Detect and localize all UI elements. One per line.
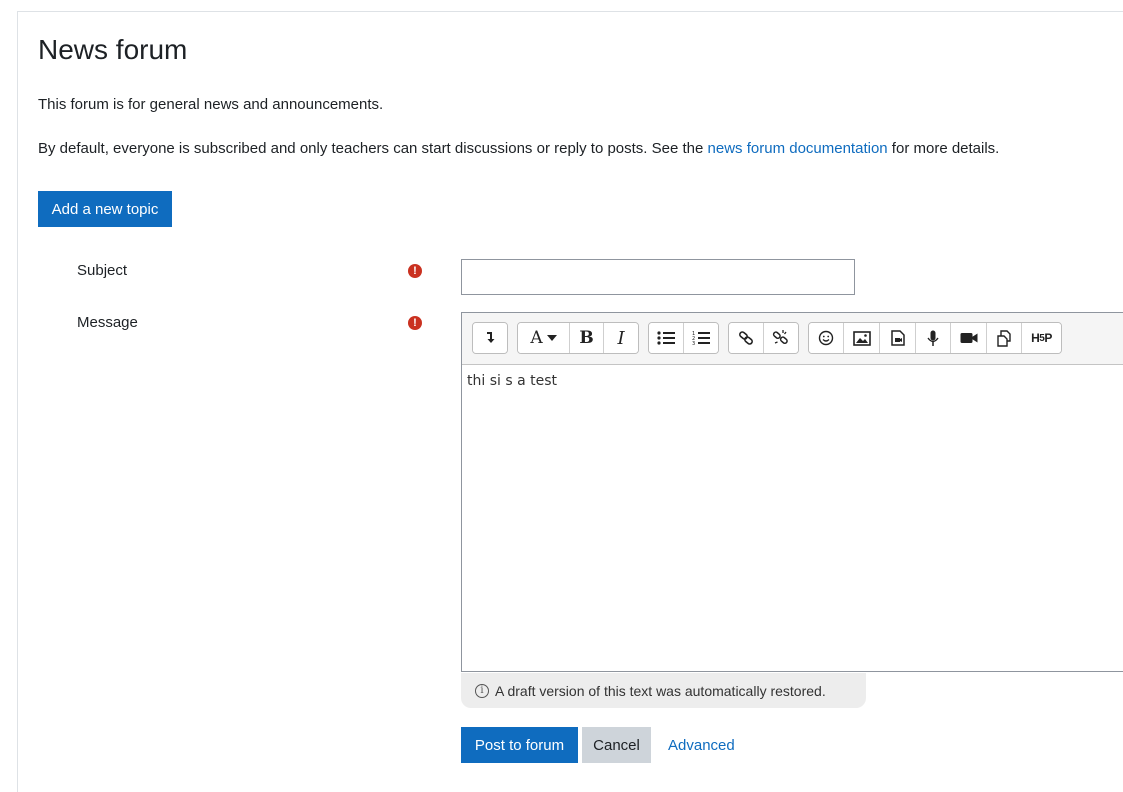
add-new-topic-button[interactable]: Add a new topic	[38, 191, 172, 227]
media-icon[interactable]	[880, 323, 916, 353]
toolbar-group-insert: H5P	[808, 322, 1062, 354]
record-audio-icon[interactable]	[916, 323, 951, 353]
message-label: Message	[77, 314, 138, 331]
unlink-icon[interactable]	[763, 323, 798, 353]
draft-restored-notice: i A draft version of this text was autom…	[461, 673, 866, 708]
bold-icon[interactable]: B	[570, 323, 604, 353]
message-editor[interactable]: A B I 123 H 5 P thi si s a test	[461, 312, 1123, 672]
news-forum-documentation-link[interactable]: news forum documentation	[708, 140, 888, 157]
subject-label: Subject	[77, 262, 128, 279]
post-to-forum-button[interactable]: Post to forum	[461, 727, 578, 763]
record-video-icon[interactable]	[951, 323, 987, 353]
forum-intro: This forum is for general news and annou…	[38, 96, 384, 113]
description-text-before: By default, everyone is subscribed and o…	[38, 140, 708, 157]
message-content[interactable]: thi si s a test	[467, 373, 557, 389]
unordered-list-icon[interactable]	[649, 323, 684, 353]
editor-toolbar: A B I 123 H 5 P	[462, 313, 1123, 365]
subject-input[interactable]	[461, 259, 855, 295]
italic-icon[interactable]: I	[604, 323, 638, 353]
info-icon: i	[475, 683, 489, 698]
emoji-icon[interactable]	[809, 323, 844, 353]
ordered-list-icon[interactable]: 123	[683, 323, 718, 353]
toolbar-group-style: A B I	[517, 322, 639, 354]
forum-description: By default, everyone is subscribed and o…	[38, 140, 999, 157]
toolbar-group-lists: 123	[648, 322, 719, 354]
manage-files-icon[interactable]	[987, 323, 1022, 353]
cancel-button[interactable]: Cancel	[582, 727, 651, 763]
h5p-icon[interactable]: H5P	[1022, 323, 1061, 353]
required-icon: !	[408, 316, 422, 330]
required-icon: !	[408, 264, 422, 278]
page-title: News forum	[38, 34, 188, 65]
advanced-link[interactable]: Advanced	[668, 737, 735, 754]
draft-notice-text: A draft version of this text was automat…	[495, 682, 826, 699]
svg-text:3: 3	[692, 341, 695, 346]
collapse-icon[interactable]	[473, 323, 507, 353]
image-icon[interactable]	[844, 323, 880, 353]
paragraph-styles-icon[interactable]: A	[518, 323, 570, 353]
description-text-after: for more details.	[887, 140, 1000, 157]
link-icon[interactable]	[729, 323, 764, 353]
toolbar-group-links	[728, 322, 799, 354]
toolbar-group-collapse	[472, 322, 508, 354]
